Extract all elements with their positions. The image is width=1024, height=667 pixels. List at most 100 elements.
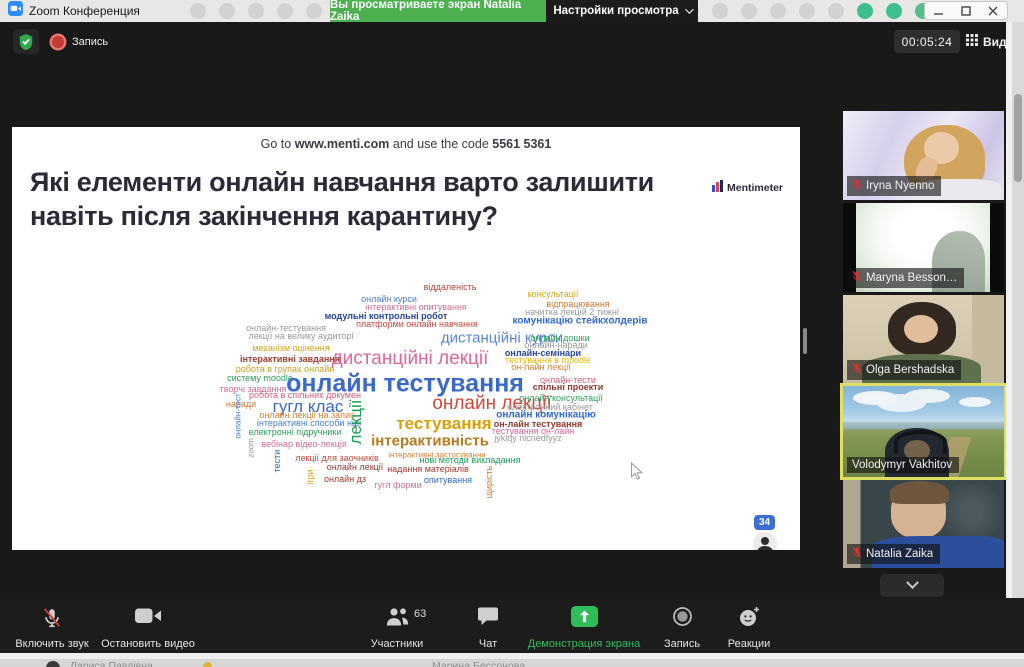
- participant-tile[interactable]: Volodymyr Vakhitov: [843, 386, 1004, 477]
- viewing-screen-banner: Вы просматриваете экран Natalia Zaika: [330, 0, 546, 22]
- unmute-label: Включить звук: [15, 638, 88, 650]
- word-cloud-word: опитування: [424, 475, 472, 485]
- minimize-button[interactable]: [929, 3, 949, 19]
- unmute-button[interactable]: Включить звук: [8, 606, 96, 650]
- word-cloud-word: спільні проекти: [533, 382, 604, 392]
- view-label: Вид: [983, 35, 1007, 49]
- zoom-app-icon: [8, 1, 23, 21]
- record-button[interactable]: Запись: [656, 606, 708, 650]
- zoom-app-window: Zoom Конференция Вы просматриваете экран…: [0, 0, 1024, 667]
- mic-muted-icon: [41, 606, 63, 635]
- participants-count: 63: [414, 608, 426, 620]
- chat-bubble-icon: [477, 606, 499, 632]
- response-count-badge: 34: [754, 515, 775, 530]
- word-cloud-word: онлайн дз: [324, 474, 366, 484]
- titlebar-circle-icon: [799, 3, 815, 19]
- participant-name-label: Volodymyr Vakhitov: [847, 457, 959, 473]
- word-cloud-word: дистанційні лекції: [332, 348, 489, 370]
- word-cloud-word: інтерактивність: [371, 433, 489, 450]
- avatar: [46, 661, 60, 667]
- status-dot-icon: [203, 662, 212, 667]
- titlebar-circle-icon: [277, 3, 293, 19]
- background-window-strip: Лариса Павлівна Марина Бессонова: [0, 659, 1024, 667]
- more-participants-button[interactable]: [880, 574, 944, 597]
- reactions-button[interactable]: Реакции: [718, 606, 780, 650]
- video-scene-shape: [853, 391, 898, 405]
- share-screen-button[interactable]: Демонстрация экрана: [516, 606, 652, 650]
- background-participant-name: Марина Бессонова: [432, 660, 525, 667]
- word-cloud-word: лекції: [346, 399, 366, 444]
- chat-button[interactable]: Чат: [466, 606, 510, 650]
- window-controls: [924, 1, 1008, 20]
- participant-name: Olga Bershadska: [866, 364, 954, 376]
- sidebar-scrollbar[interactable]: [1012, 22, 1024, 655]
- word-cloud-word: тестування: [396, 414, 491, 434]
- participant-name: Iryna Nyenno: [866, 180, 934, 192]
- word-cloud-word: електронні підручники: [249, 427, 342, 437]
- word-cloud-word: щирість: [484, 466, 494, 499]
- muted-mic-icon: [852, 270, 862, 286]
- word-cloud-word: тести: [272, 450, 282, 473]
- muted-mic-icon: [852, 362, 862, 378]
- chevron-down-icon: [685, 5, 693, 13]
- view-button[interactable]: Вид: [966, 31, 1007, 52]
- window-title: Zoom Конференция: [29, 4, 140, 18]
- titlebar-circle-icon: [770, 3, 786, 19]
- word-cloud-word: платформи онлайн навчання: [356, 319, 478, 329]
- titlebar-circle-icon: [190, 3, 206, 19]
- reactions-label: Реакции: [728, 638, 771, 650]
- video-camera-icon: [135, 606, 162, 631]
- recording-dot-icon: [52, 36, 64, 48]
- stop-video-label: Остановить видео: [101, 638, 195, 650]
- participant-tile[interactable]: Iryna Nyenno: [843, 111, 1004, 200]
- participants-label: Участники: [371, 638, 424, 650]
- participant-tile[interactable]: Natalia Zaika: [843, 480, 1004, 568]
- security-shield-icon[interactable]: [13, 29, 39, 54]
- titlebar-circle-icon: [828, 3, 844, 19]
- word-cloud-word: консультації: [528, 289, 579, 299]
- reactions-smiley-icon: [738, 606, 761, 632]
- participant-silhouette-icon: [753, 532, 777, 550]
- titlebar-circle-icon: [248, 3, 264, 19]
- titlebar-circle-icon: [741, 3, 757, 19]
- titlebar-circle-icon: [886, 3, 902, 19]
- video-scene-shape: [959, 397, 991, 407]
- word-cloud-word: комунікацію стейкхолдерів: [513, 316, 648, 327]
- window-titlebar: Zoom Конференция Вы просматриваете экран…: [0, 0, 1024, 22]
- participant-tile[interactable]: Olga Bershadska: [843, 295, 1004, 384]
- participant-name: Natalia Zaika: [866, 548, 933, 560]
- participants-button[interactable]: Участники 63: [352, 606, 442, 650]
- maximize-button[interactable]: [956, 3, 976, 19]
- titlebar-circle-icon: [219, 3, 235, 19]
- word-cloud-word: віддаленість: [424, 282, 477, 292]
- word-cloud-word: інтерактивні завдання: [240, 354, 340, 364]
- participant-name: Maryna Besson…: [866, 272, 957, 284]
- muted-mic-icon: [852, 546, 862, 562]
- recording-indicator[interactable]: Запись: [52, 32, 108, 52]
- video-scene-shape: [890, 481, 950, 504]
- word-cloud-word: ігри: [305, 469, 315, 484]
- word-cloud-word: jyklqy nlcnedfyyz: [494, 433, 562, 443]
- word-cloud-word: надання матеріалів: [387, 464, 469, 474]
- view-settings-dropdown[interactable]: Настройки просмотра: [546, 0, 698, 22]
- word-cloud-word: вебінар відео-лекція: [261, 439, 346, 449]
- sidebar-scrollbar-thumb[interactable]: [1014, 94, 1022, 182]
- shared-screen-slide: Go to www.menti.com and use the code 556…: [12, 127, 800, 550]
- participant-name-label: Maryna Besson…: [847, 268, 964, 288]
- word-cloud-word: онлайн-тест: [234, 393, 243, 438]
- stop-video-button[interactable]: Остановить видео: [102, 606, 194, 650]
- close-button[interactable]: [983, 3, 1003, 19]
- chevron-down-icon: [906, 576, 919, 589]
- share-scrollbar-thumb[interactable]: [803, 328, 807, 354]
- recording-label: Запись: [72, 36, 108, 48]
- mouse-cursor: [630, 462, 643, 481]
- grid-view-icon: [966, 33, 978, 51]
- record-label: Запись: [664, 638, 700, 650]
- participant-tile[interactable]: Maryna Besson…: [843, 203, 1004, 292]
- share-screen-label: Демонстрация экрана: [528, 638, 640, 650]
- meeting-timer: 00:05:24: [894, 30, 960, 53]
- participant-name: Volodymyr Vakhitov: [852, 459, 952, 471]
- titlebar-circle-icon: [857, 3, 873, 19]
- chat-label: Чат: [479, 638, 497, 650]
- participant-name-label: Natalia Zaika: [847, 544, 940, 564]
